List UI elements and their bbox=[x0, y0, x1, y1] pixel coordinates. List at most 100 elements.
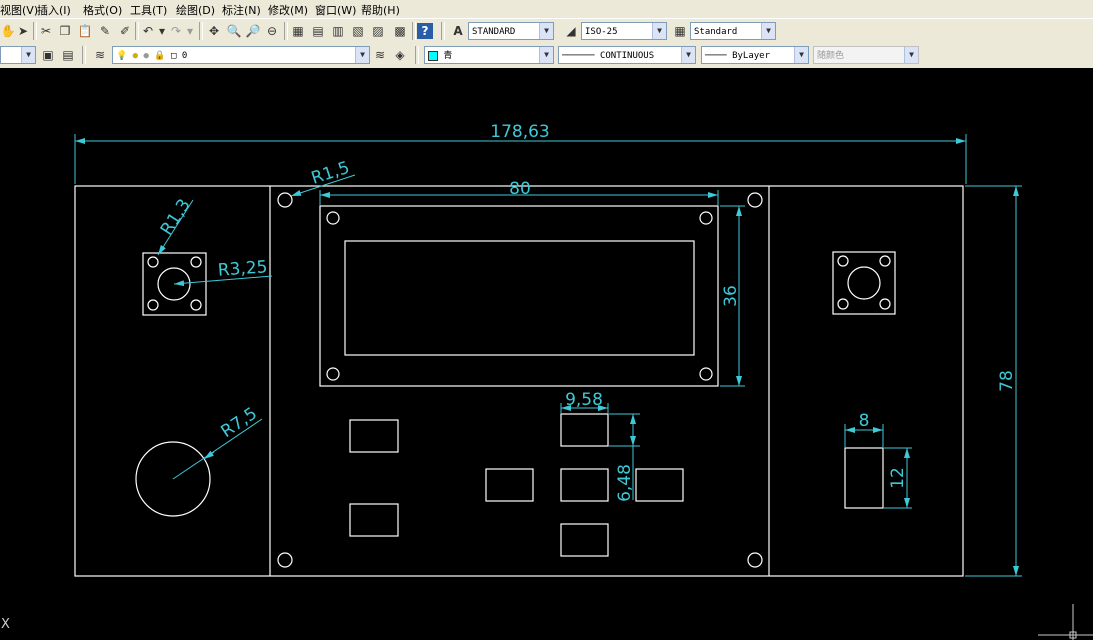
pan-icon[interactable]: ✋ bbox=[0, 23, 16, 39]
chevron-down-icon: ▼ bbox=[539, 47, 553, 63]
tool-palettes-icon[interactable]: ▥ bbox=[330, 23, 346, 39]
menu-insert[interactable]: 插入(I) bbox=[37, 2, 71, 18]
menu-view[interactable]: 视图(V) bbox=[0, 2, 38, 18]
drawing-canvas[interactable]: 178,63 80 36 78 R1,5 R1,3 R3,25 R7,5 9,5… bbox=[0, 68, 1093, 640]
plot-style-value: 随颜色 bbox=[817, 51, 845, 61]
calculator-icon[interactable]: ▩ bbox=[392, 23, 408, 39]
dim-r13-label: R1,3 bbox=[157, 196, 195, 239]
workspace-select[interactable]: ▼ bbox=[0, 46, 36, 64]
lcd-hole bbox=[699, 211, 713, 225]
toolbar-separator bbox=[415, 46, 419, 64]
dim-style-select[interactable]: ISO-25 ▼ bbox=[581, 22, 667, 40]
text-style-icon[interactable]: A bbox=[450, 23, 466, 39]
cut-icon[interactable]: ✂ bbox=[38, 23, 54, 39]
table-style-select[interactable]: Standard ▼ bbox=[690, 22, 776, 40]
dimension-labels: 178,63 80 36 78 R1,5 R1,3 R3,25 R7,5 9,5… bbox=[157, 122, 1017, 502]
lineweight-value: ByLayer bbox=[732, 51, 771, 61]
right-button bbox=[832, 251, 896, 315]
chevron-down-icon: ▼ bbox=[904, 47, 918, 63]
paste-icon[interactable]: 📋 bbox=[77, 23, 93, 39]
toolbar-separator bbox=[412, 22, 416, 40]
dim-style-value: ISO-25 bbox=[585, 27, 618, 37]
drawing-svg: 178,63 80 36 78 R1,5 R1,3 R3,25 R7,5 9,5… bbox=[1, 122, 1093, 640]
color-select[interactable]: 青 ▼ bbox=[424, 46, 554, 64]
chevron-down-icon: ▼ bbox=[681, 47, 695, 63]
key-left bbox=[485, 468, 534, 502]
text-style-value: STANDARD bbox=[472, 27, 516, 37]
current-layer-name: 0 bbox=[181, 51, 188, 61]
toolbar-separator bbox=[135, 22, 139, 40]
match-properties-icon[interactable]: ✎ bbox=[97, 23, 113, 39]
zoom-realtime-icon[interactable]: 🔍 bbox=[226, 23, 242, 39]
realtime-pan-icon[interactable]: ✥ bbox=[206, 23, 222, 39]
left-button-pin bbox=[190, 256, 202, 268]
properties-icon[interactable]: ▦ bbox=[290, 23, 306, 39]
layer-manager-icon[interactable]: ▤ bbox=[60, 47, 76, 63]
key-right bbox=[635, 468, 684, 502]
table-style-value: Standard bbox=[694, 27, 738, 37]
plot-style-select[interactable]: 随颜色 ▼ bbox=[813, 46, 919, 64]
chevron-down-icon: ▼ bbox=[794, 47, 808, 63]
table-style-icon[interactable]: ▦ bbox=[672, 23, 688, 39]
copy-icon[interactable]: ❐ bbox=[57, 23, 73, 39]
left-button-pin bbox=[190, 299, 202, 311]
make-object-layer-current-icon[interactable]: ≋ bbox=[372, 47, 388, 63]
dim-r75-arrow bbox=[203, 450, 215, 460]
lineweight-preview: ──── bbox=[705, 51, 733, 61]
markup-icon[interactable]: ▨ bbox=[370, 23, 386, 39]
chevron-down-icon: ▼ bbox=[539, 23, 553, 39]
mount-hole bbox=[277, 192, 293, 208]
chevron-down-icon: ▼ bbox=[761, 23, 775, 39]
lightbulb-icon: 💡 bbox=[116, 51, 128, 61]
menu-window[interactable]: 窗口(W) bbox=[315, 2, 356, 18]
menu-help[interactable]: 帮助(H) bbox=[361, 2, 400, 18]
block-editor-icon[interactable]: ✐ bbox=[117, 23, 133, 39]
menu-dimension[interactable]: 标注(N) bbox=[222, 2, 261, 18]
dim-r75-label: R7,5 bbox=[218, 404, 261, 442]
chevron-down-icon: ▼ bbox=[355, 47, 369, 63]
panel-geometry bbox=[74, 185, 964, 577]
side-slot bbox=[844, 447, 884, 509]
layer-state-icon[interactable]: ▣ bbox=[40, 47, 56, 63]
layer-color-swatch: □ bbox=[170, 51, 177, 61]
sheet-set-icon[interactable]: ▧ bbox=[350, 23, 366, 39]
linetype-preview: ────── bbox=[562, 51, 600, 61]
dim-r325-label: R3,25 bbox=[217, 257, 268, 280]
menu-draw[interactable]: 绘图(D) bbox=[176, 2, 215, 18]
mount-hole bbox=[277, 552, 293, 568]
zoom-previous-icon[interactable]: ⊖ bbox=[264, 23, 280, 39]
publish-icon[interactable]: ➤ bbox=[15, 23, 31, 39]
design-center-icon[interactable]: ▤ bbox=[310, 23, 326, 39]
menu-format[interactable]: 格式(O) bbox=[83, 2, 122, 18]
right-button-cap bbox=[847, 266, 881, 300]
text-style-select[interactable]: STANDARD ▼ bbox=[468, 22, 554, 40]
color-value: 青 bbox=[443, 51, 453, 61]
linetype-select[interactable]: ────── CONTINUOUS ▼ bbox=[558, 46, 696, 64]
dim-overall-width-label: 178,63 bbox=[490, 122, 549, 142]
menu-modify[interactable]: 修改(M) bbox=[268, 2, 308, 18]
right-button-pin bbox=[837, 298, 849, 310]
freeze-icon: ● bbox=[143, 51, 149, 61]
key-up bbox=[560, 413, 609, 447]
lineweight-select[interactable]: ──── ByLayer ▼ bbox=[701, 46, 809, 64]
dim-key-width-label: 9,58 bbox=[565, 390, 603, 410]
dim-overall-height-label: 78 bbox=[997, 370, 1017, 392]
toolbar-separator bbox=[284, 22, 288, 40]
redo-dropdown-icon[interactable]: ▾ bbox=[182, 23, 198, 39]
toolbar-separator bbox=[82, 46, 86, 64]
dim-style-icon[interactable]: ◢ bbox=[563, 23, 579, 39]
right-button-pin bbox=[879, 255, 891, 267]
layers-icon[interactable]: ≋ bbox=[92, 47, 108, 63]
key-left-bottom bbox=[349, 503, 399, 537]
dim-key-height-label: 6,48 bbox=[615, 464, 635, 502]
layer-select[interactable]: 💡 ● ● 🔒 □ 0 ▼ bbox=[112, 46, 370, 64]
help-icon[interactable]: ? bbox=[417, 23, 433, 39]
toolbar-separator bbox=[33, 22, 37, 40]
layer-previous-icon[interactable]: ◈ bbox=[392, 47, 408, 63]
left-button-pin bbox=[147, 299, 159, 311]
lcd-hole bbox=[326, 211, 340, 225]
chevron-down-icon: ▼ bbox=[21, 47, 35, 63]
menu-tools[interactable]: 工具(T) bbox=[130, 2, 167, 18]
zoom-window-icon[interactable]: 🔎 bbox=[245, 23, 261, 39]
key-down bbox=[560, 523, 609, 557]
